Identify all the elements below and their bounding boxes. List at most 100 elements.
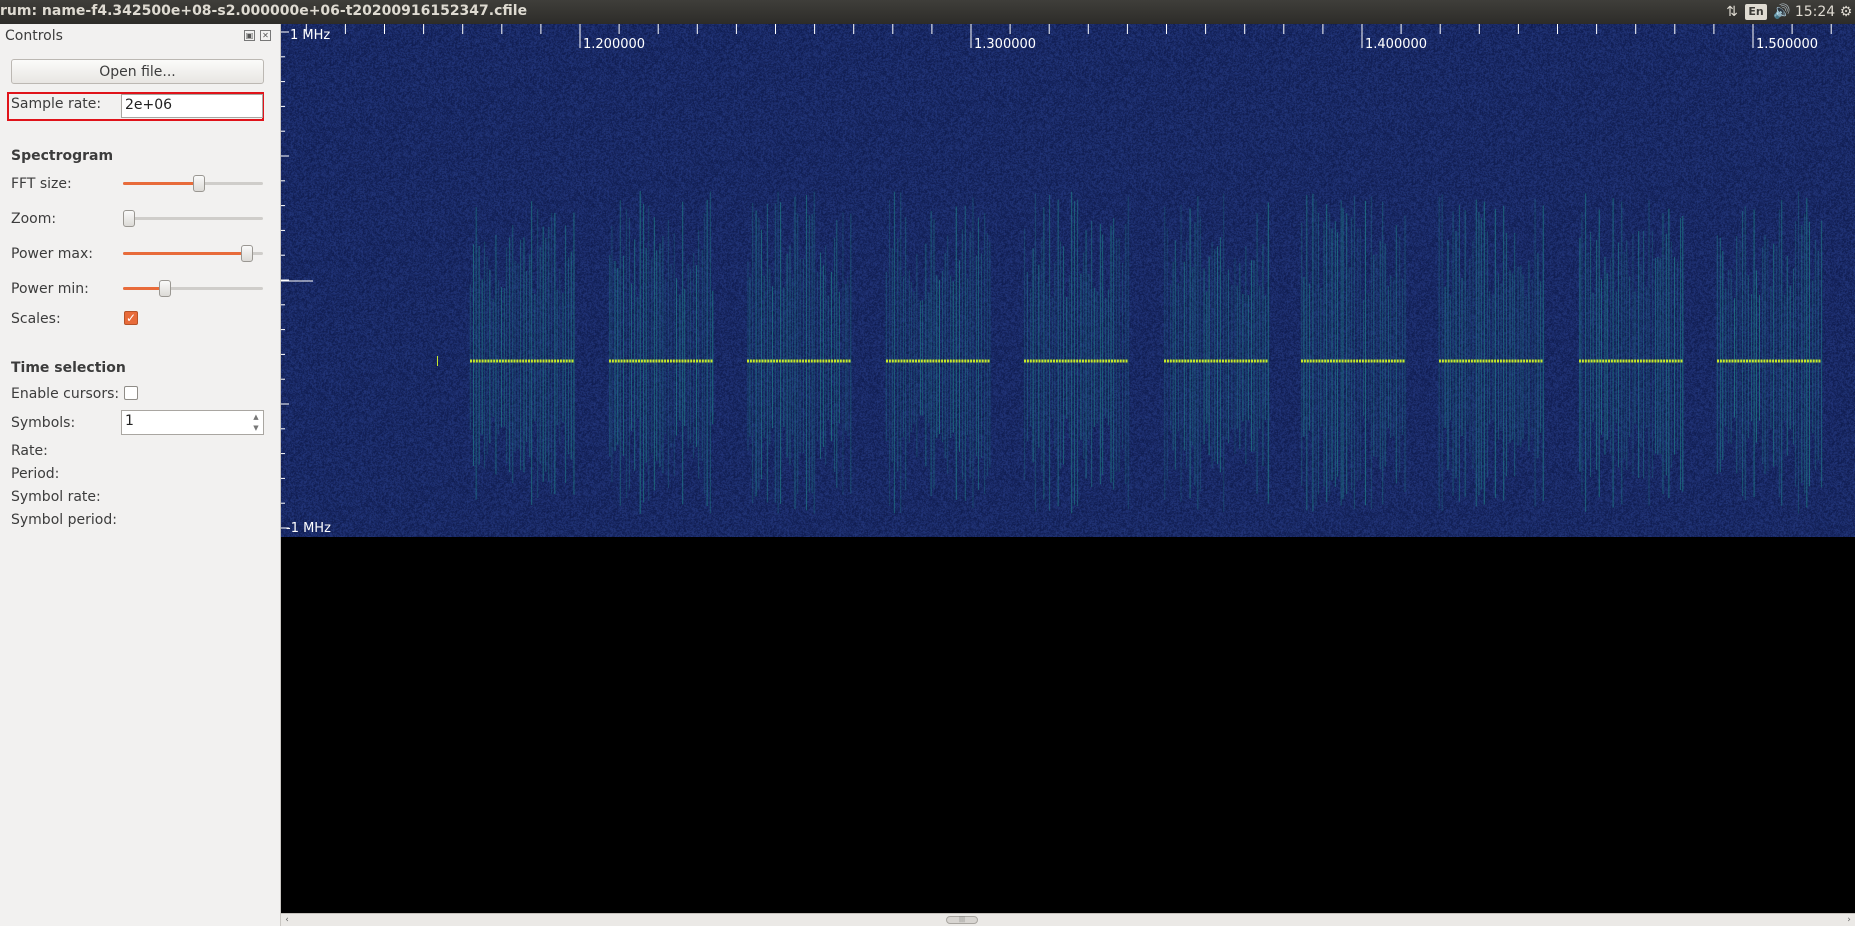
network-updown-icon[interactable]: ⇅ bbox=[1721, 0, 1743, 24]
burst-centre-mark bbox=[1318, 359, 1321, 363]
burst-centre-mark bbox=[1447, 359, 1450, 363]
sample-rate-input[interactable]: 2e+06 bbox=[121, 94, 263, 118]
burst-centre-mark bbox=[513, 359, 516, 363]
burst-centre-mark bbox=[1760, 359, 1763, 363]
burst-centre-mark bbox=[696, 359, 698, 363]
burst-centre-mark bbox=[536, 359, 539, 363]
clock[interactable]: 15:24 bbox=[1795, 0, 1835, 24]
burst-centre-mark bbox=[1666, 359, 1668, 363]
burst-centre-mark bbox=[1338, 359, 1341, 363]
power-min-slider[interactable] bbox=[123, 278, 264, 300]
burst-centre-mark bbox=[687, 359, 690, 363]
burst-centre-mark bbox=[1619, 359, 1622, 363]
time-tick-label: 1.500000 bbox=[1756, 37, 1818, 52]
slider-handle[interactable] bbox=[123, 210, 135, 227]
burst-centre-mark bbox=[693, 359, 696, 363]
spin-up-icon[interactable]: ▲ bbox=[250, 412, 262, 423]
burst-centre-mark bbox=[1534, 359, 1537, 363]
burst-centre-mark bbox=[551, 359, 554, 363]
burst-centre-mark bbox=[1111, 359, 1113, 363]
burst-centre-mark bbox=[1505, 359, 1508, 363]
slider-handle[interactable] bbox=[241, 245, 253, 262]
burst-centre-mark bbox=[749, 359, 752, 363]
enable-cursors-checkbox[interactable] bbox=[124, 386, 138, 400]
close-dock-icon[interactable]: ✕ bbox=[260, 30, 271, 41]
slider-handle[interactable] bbox=[193, 175, 205, 192]
symbols-label: Symbols: bbox=[11, 415, 76, 431]
volume-icon[interactable]: 🔊 bbox=[1771, 0, 1793, 24]
scrollbar-thumb[interactable]: ||| bbox=[946, 916, 978, 924]
burst-centre-mark bbox=[698, 359, 701, 363]
horizontal-scrollbar[interactable]: ‹ ||| › bbox=[281, 913, 1855, 926]
burst-centre-mark bbox=[1740, 359, 1743, 363]
spin-down-icon[interactable]: ▼ bbox=[250, 423, 262, 434]
open-file-button[interactable]: Open file... bbox=[11, 59, 264, 84]
controls-panel: Controls ▣ ✕ Open file... Sample rate: 2… bbox=[0, 24, 281, 926]
burst-centre-mark bbox=[1605, 359, 1608, 363]
burst-centre-mark bbox=[787, 359, 790, 363]
float-dock-icon[interactable]: ▣ bbox=[244, 30, 255, 41]
burst-centre-mark bbox=[1181, 359, 1184, 363]
burst-centre-mark bbox=[1087, 359, 1090, 363]
burst-centre-mark bbox=[1347, 359, 1350, 363]
burst-centre-mark bbox=[614, 359, 617, 363]
burst-centre-mark bbox=[1677, 359, 1680, 363]
burst-centre-mark bbox=[1780, 359, 1783, 363]
burst-centre-mark bbox=[1517, 359, 1520, 363]
gear-icon[interactable]: ⚙ bbox=[1837, 0, 1855, 24]
burst-centre-mark bbox=[539, 359, 542, 363]
trace-plot-area[interactable] bbox=[281, 537, 1855, 913]
burst-centre-mark bbox=[1026, 359, 1029, 363]
keyboard-layout-indicator[interactable]: En bbox=[1745, 0, 1767, 24]
scroll-right-icon[interactable]: › bbox=[1843, 914, 1855, 926]
zoom-slider[interactable] bbox=[123, 208, 264, 230]
burst-centre-mark bbox=[1663, 359, 1666, 363]
scroll-left-icon[interactable]: ‹ bbox=[281, 914, 293, 926]
scales-checkbox[interactable]: ✓ bbox=[124, 311, 138, 325]
burst-centre-mark bbox=[1523, 359, 1526, 363]
burst-centre-mark bbox=[1526, 359, 1528, 363]
burst-centre-mark bbox=[1660, 359, 1663, 363]
burst-centre-mark bbox=[1473, 359, 1476, 363]
burst-centre-mark bbox=[684, 359, 687, 363]
zoom-label: Zoom: bbox=[11, 211, 57, 227]
burst-centre-mark bbox=[669, 359, 672, 363]
power-max-slider[interactable] bbox=[123, 243, 264, 265]
burst-centre-mark bbox=[1809, 359, 1812, 363]
burst-centre-mark bbox=[784, 359, 787, 363]
burst-centre-mark bbox=[1038, 359, 1041, 363]
burst-centre-mark bbox=[1303, 359, 1306, 363]
controls-title: Controls bbox=[5, 28, 63, 44]
burst-centre-mark bbox=[955, 359, 958, 363]
burst-centre-mark bbox=[649, 359, 652, 363]
burst-centre-mark bbox=[1476, 359, 1479, 363]
burst-centre-mark bbox=[767, 359, 770, 363]
burst-centre-mark bbox=[1613, 359, 1616, 363]
burst-centre-mark bbox=[1113, 359, 1116, 363]
burst-centre-mark bbox=[652, 359, 655, 363]
burst-centre-mark bbox=[571, 359, 574, 363]
burst-centre-mark bbox=[1385, 359, 1388, 363]
burst-centre-mark bbox=[839, 359, 842, 363]
burst-centre-mark bbox=[658, 359, 661, 363]
burst-centre-mark bbox=[978, 359, 981, 363]
burst-centre-mark bbox=[1459, 359, 1462, 363]
burst-centre-mark bbox=[1116, 359, 1119, 363]
slider-handle[interactable] bbox=[159, 280, 171, 297]
burst-centre-mark bbox=[1444, 359, 1447, 363]
burst-centre-mark bbox=[1239, 359, 1242, 363]
spectrogram-view[interactable]: 1.200000 1.300000 1.400000 1.500000 1 MHz -… bbox=[281, 24, 1855, 537]
language-badge: En bbox=[1745, 4, 1767, 20]
burst-centre-mark bbox=[915, 359, 917, 363]
burst-centre-mark bbox=[1766, 359, 1769, 363]
burst-centre-mark bbox=[842, 359, 845, 363]
symbols-spinbox[interactable]: 1 ▲ ▼ bbox=[121, 410, 264, 435]
fft-size-slider[interactable] bbox=[123, 173, 264, 195]
burst-centre-mark bbox=[478, 359, 481, 363]
burst-centre-mark bbox=[764, 359, 767, 363]
signal-burst bbox=[1438, 194, 1544, 512]
burst-centre-mark bbox=[917, 359, 920, 363]
burst-centre-mark bbox=[790, 359, 793, 363]
burst-centre-mark bbox=[623, 359, 626, 363]
burst-centre-mark bbox=[1242, 359, 1245, 363]
